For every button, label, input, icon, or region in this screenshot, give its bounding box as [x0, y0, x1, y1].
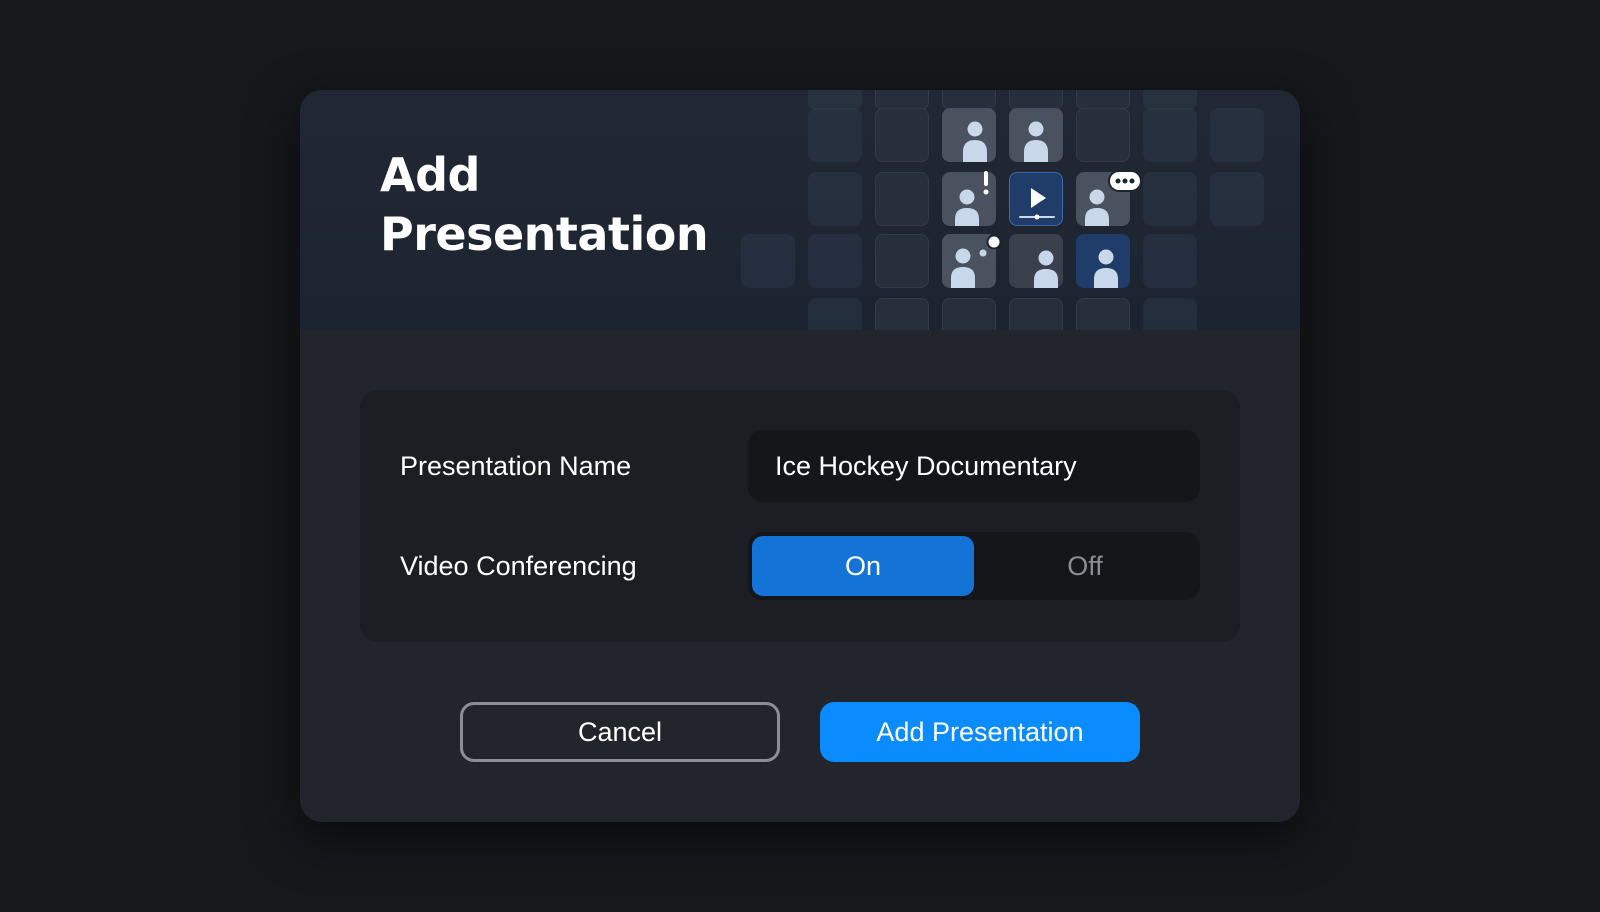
grid-tile [808, 108, 862, 162]
grid-tile [1143, 172, 1197, 226]
person-icon [1094, 249, 1118, 288]
presentation-tile [1009, 172, 1063, 226]
form-panel: Presentation Name Ice Hockey Documentary… [360, 390, 1240, 642]
presentation-name-input[interactable]: Ice Hockey Documentary [748, 430, 1200, 502]
add-presentation-dialog: Add Presentation Presentation Name Ice H… [300, 90, 1300, 822]
person-icon [1024, 121, 1048, 162]
grid-tile [875, 298, 929, 330]
grid-tile [1210, 108, 1264, 162]
grid-tile [1009, 90, 1063, 110]
grid-tile [942, 298, 996, 330]
grid-tile [1076, 108, 1130, 162]
dialog-header: Add Presentation [300, 90, 1300, 330]
header-illustration [300, 90, 1300, 330]
grid-tile [808, 234, 862, 288]
grid-tile [1143, 108, 1197, 162]
grid-tile [808, 298, 862, 330]
video-conferencing-on-option[interactable]: On [752, 536, 974, 596]
grid-tile [875, 90, 929, 110]
grid-tile [808, 90, 862, 110]
add-presentation-button[interactable]: Add Presentation [820, 702, 1140, 762]
grid-tile [808, 172, 862, 226]
grid-tile [1076, 298, 1130, 330]
chat-bubble-icon [1108, 170, 1142, 192]
thought-bubble-icon [986, 234, 1002, 250]
grid-tile [875, 108, 929, 162]
participant-tile-active [1076, 234, 1130, 288]
grid-tile [942, 90, 996, 110]
cancel-button[interactable]: Cancel [460, 702, 780, 762]
participant-tile [942, 108, 996, 162]
video-conferencing-off-option[interactable]: Off [974, 536, 1196, 596]
grid-tile [1143, 90, 1197, 110]
exclamation-icon [983, 171, 989, 195]
grid-tile [875, 172, 929, 226]
person-icon [1034, 250, 1058, 288]
grid-tile [1143, 234, 1197, 288]
participant-tile [1009, 234, 1063, 288]
grid-tile [1210, 172, 1264, 226]
grid-tile [741, 234, 795, 288]
grid-tile [1076, 90, 1130, 110]
grid-tile [1009, 298, 1063, 330]
person-icon [963, 121, 987, 162]
presentation-name-label: Presentation Name [400, 451, 632, 481]
play-icon [1019, 188, 1055, 220]
participant-tile [1009, 108, 1063, 162]
video-conferencing-label: Video Conferencing [400, 551, 637, 581]
video-conferencing-toggle: On Off [748, 532, 1200, 600]
grid-tile [875, 234, 929, 288]
grid-tile [1143, 298, 1197, 330]
